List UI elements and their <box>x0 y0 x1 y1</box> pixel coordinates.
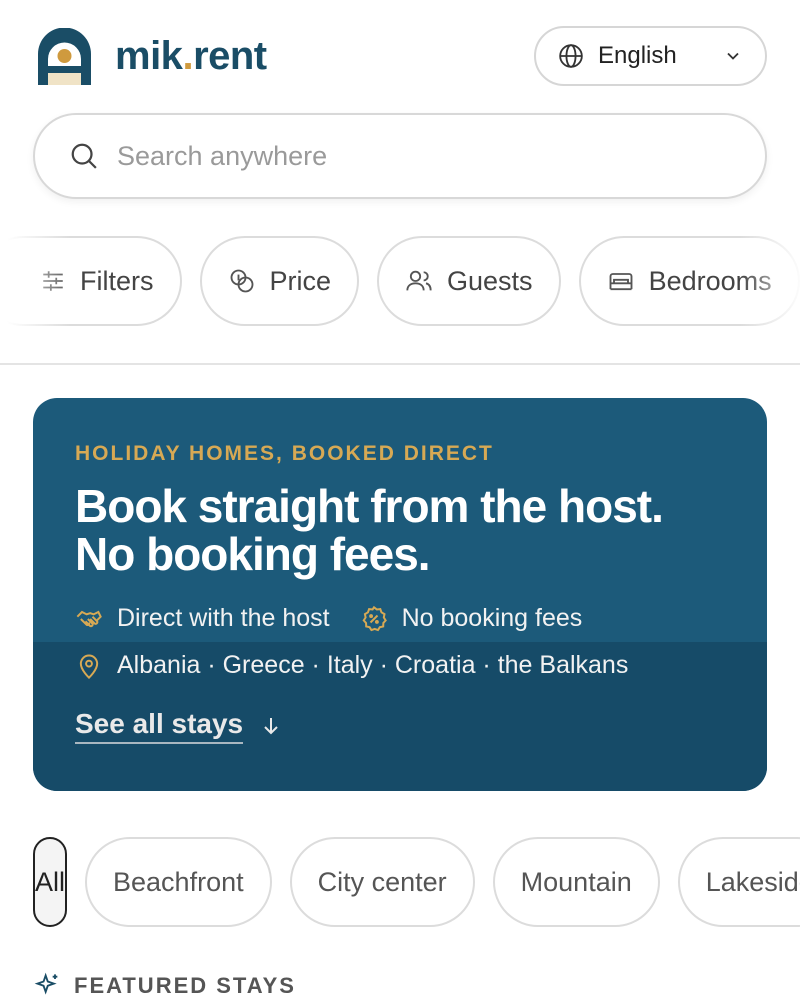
brand-name: mik.rent <box>115 33 267 78</box>
filters-chip[interactable]: Filters <box>0 236 182 326</box>
feature-direct-host-label: Direct with the host <box>117 604 330 632</box>
hero-features: Direct with the host No booking fees <box>75 604 737 633</box>
search-input[interactable] <box>117 140 677 172</box>
discount-badge-icon <box>362 605 387 631</box>
search-bar[interactable] <box>33 113 767 199</box>
featured-stays-label: FEATURED STAYS <box>74 973 296 998</box>
hero-content: HOLIDAY HOMES, BOOKED DIRECT Book straig… <box>75 442 737 744</box>
see-all-stays-link[interactable]: See all stays <box>75 708 737 744</box>
hero-eyebrow: HOLIDAY HOMES, BOOKED DIRECT <box>75 442 494 465</box>
language-selector[interactable]: English <box>534 26 767 86</box>
hero-locations-label: Albania · Greece · Italy · Croatia · the… <box>117 651 629 679</box>
bed-icon <box>609 273 632 291</box>
header: mik.rent English <box>36 26 767 86</box>
language-label: English <box>598 42 677 69</box>
coins-icon <box>230 269 253 293</box>
category-pills: All Beachfront City center Mountain Lake… <box>33 837 800 927</box>
hero-locations: Albania · Greece · Italy · Croatia · the… <box>75 651 737 680</box>
page: mik.rent English Search anywhere Filters… <box>0 0 800 1000</box>
arrow-down-icon <box>264 718 278 735</box>
section-divider <box>0 363 800 365</box>
see-all-stays-label: See all stays <box>75 708 244 744</box>
category-all[interactable]: All <box>33 837 68 927</box>
category-beachfront[interactable]: Beachfront <box>85 837 272 927</box>
map-pin-icon <box>79 654 99 679</box>
search-icon <box>71 143 97 169</box>
feature-no-fees-label: No booking fees <box>401 604 583 632</box>
sparkle-icon <box>34 972 58 995</box>
category-city-center[interactable]: City center <box>289 837 475 927</box>
handshake-icon <box>76 610 102 627</box>
feature-no-fees: No booking fees <box>360 604 583 633</box>
price-chip[interactable]: Price <box>199 236 360 326</box>
logo-icon <box>38 27 91 85</box>
guests-chip[interactable]: Guests <box>377 236 561 326</box>
users-icon <box>406 270 432 291</box>
bedrooms-chip[interactable]: Bedrooms <box>578 236 800 326</box>
chevron-down-icon <box>727 52 739 60</box>
price-chip-label: Price <box>269 265 332 296</box>
globe-icon <box>559 44 583 68</box>
feature-direct-host: Direct with the host <box>75 604 330 633</box>
hero-banner: HOLIDAY HOMES, BOOKED DIRECT Book straig… <box>33 398 767 791</box>
bedrooms-chip-label: Bedrooms <box>648 265 772 296</box>
category-mountain[interactable]: Mountain <box>492 837 660 927</box>
featured-stays-heading: FEATURED STAYS <box>34 972 296 1000</box>
hero-title: Book straight from the host. No booking … <box>75 480 664 580</box>
filters-chip-label: Filters <box>80 265 154 296</box>
brand[interactable]: mik.rent <box>36 27 267 85</box>
sliders-icon <box>43 271 63 291</box>
filter-chips: Filters Price Guests Bedrooms <box>0 236 800 326</box>
guests-chip-label: Guests <box>447 265 533 296</box>
category-lakeside[interactable]: Lakeside <box>677 837 800 927</box>
